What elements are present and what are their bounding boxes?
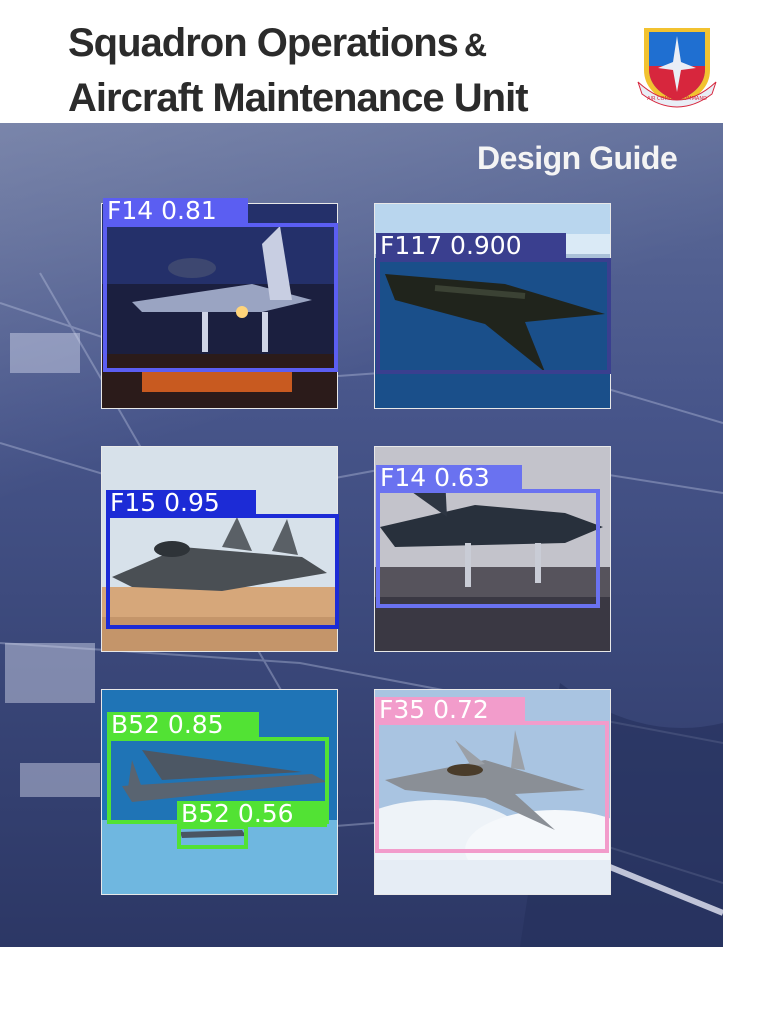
detection-label-f35: F35 0.72 (375, 697, 525, 723)
page-title: Squadron Operations & Aircraft Maintenanc… (68, 20, 529, 121)
detection-label-f14-2: F14 0.63 (376, 465, 522, 491)
detection-label-b52-1: B52 0.85 (107, 712, 259, 738)
title-line-1: Squadron Operations (68, 21, 459, 65)
detection-box-f15 (106, 514, 339, 629)
design-guide-heading: Design Guide (477, 140, 678, 176)
detection-label-f14-1: F14 0.81 (103, 198, 248, 224)
title-line-2: Aircraft Maintenance Unit (68, 76, 529, 120)
detection-label-f117: F117 0.900 (376, 233, 566, 259)
detection-box-f14-2 (376, 489, 600, 608)
page-footer (0, 948, 768, 1024)
detection-label-f15: F15 0.95 (106, 490, 256, 516)
detection-box-b52-2 (177, 825, 248, 849)
detection-label-b52-2: B52 0.56 (177, 801, 327, 827)
detection-box-f14-1 (103, 223, 338, 372)
air-combat-command-emblem: AIR COMBAT COMMAND (632, 22, 722, 110)
emblem-text: AIR COMBAT COMMAND (647, 96, 707, 102)
detection-box-f35 (375, 721, 609, 853)
detection-box-f117 (376, 258, 611, 374)
title-ampersand: & (463, 27, 487, 63)
